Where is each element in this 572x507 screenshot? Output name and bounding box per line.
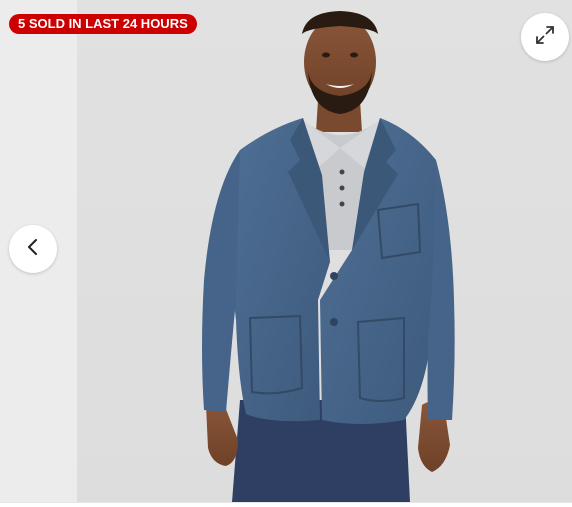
expand-icon xyxy=(533,23,557,52)
product-photo xyxy=(202,11,455,502)
sold-count-badge: 5 SOLD IN LAST 24 HOURS xyxy=(9,14,197,34)
divider xyxy=(0,502,572,503)
expand-image-button[interactable] xyxy=(521,13,569,61)
previous-image-button[interactable] xyxy=(9,225,57,273)
left-hand xyxy=(206,402,238,466)
blazer-button xyxy=(330,318,338,326)
left-sleeve xyxy=(202,150,240,412)
chevron-left-icon xyxy=(22,236,44,263)
blazer-button xyxy=(330,272,338,280)
product-image-gallery xyxy=(0,0,572,502)
